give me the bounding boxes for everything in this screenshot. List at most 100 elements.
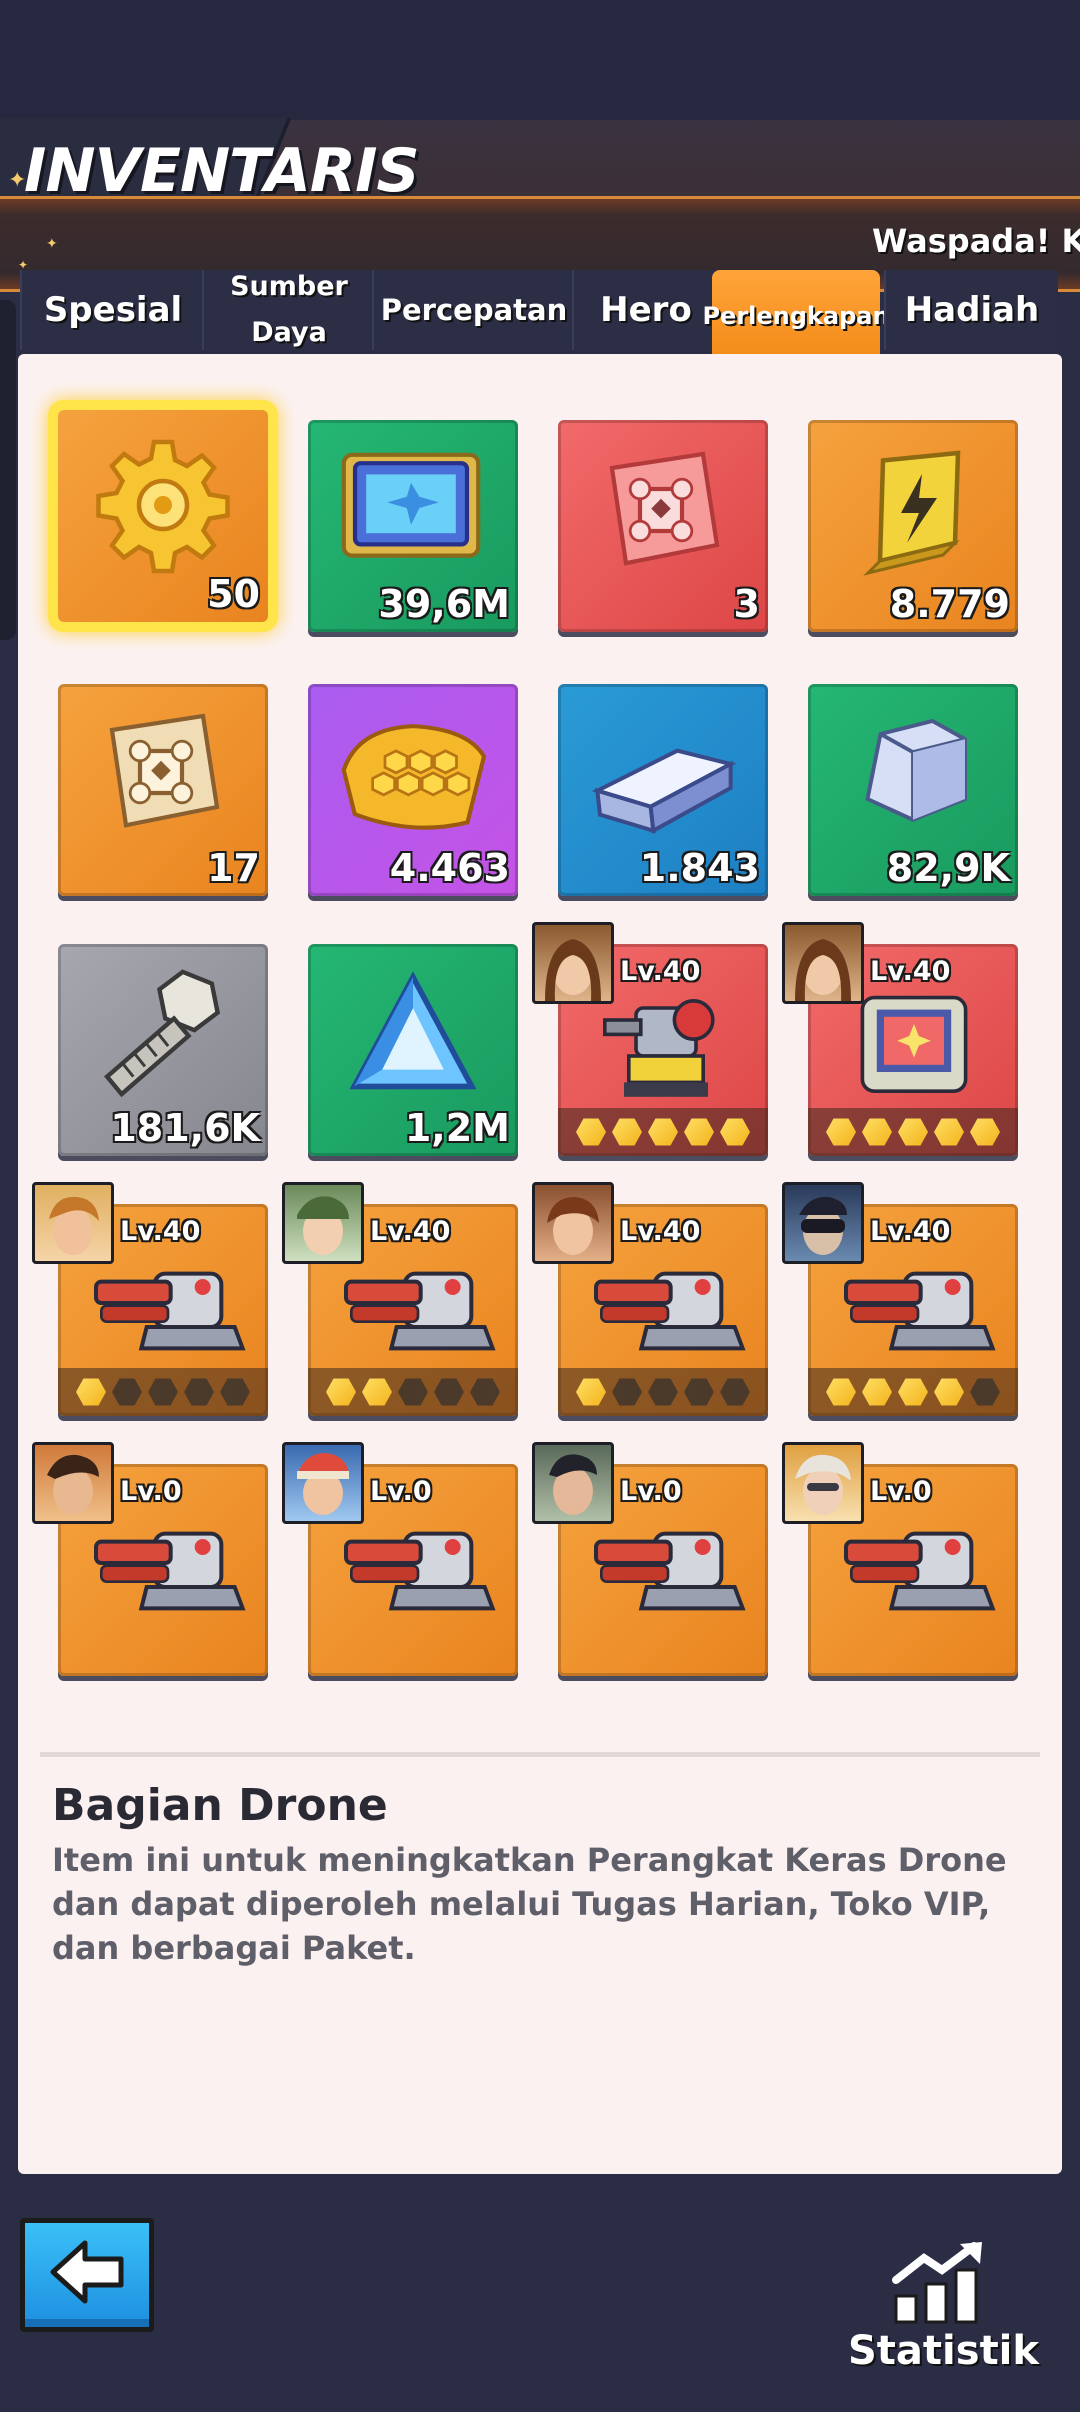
lightning-battery-icon bbox=[838, 438, 988, 588]
item-drone-chip[interactable]: 39,6M bbox=[308, 420, 518, 632]
star-icon bbox=[684, 1118, 714, 1146]
star-icon bbox=[970, 1118, 1000, 1146]
star-icon bbox=[648, 1118, 678, 1146]
item-red-blueprint[interactable]: 3 bbox=[558, 420, 768, 632]
cannon-icon bbox=[588, 1248, 748, 1358]
star-icon bbox=[112, 1378, 142, 1406]
tab-sumber-daya[interactable]: Sumber Daya bbox=[202, 270, 374, 350]
star-icon bbox=[898, 1378, 928, 1406]
item-cannon[interactable]: Lv.40 bbox=[532, 1182, 768, 1416]
star-rating bbox=[58, 1368, 268, 1416]
sparkle-icon: ✦ bbox=[46, 236, 58, 252]
top-status-bar bbox=[0, 0, 1080, 120]
star-icon bbox=[826, 1118, 856, 1146]
star-icon bbox=[184, 1378, 214, 1406]
item-level: Lv.40 bbox=[120, 1216, 201, 1247]
statistik-button[interactable]: Statistik bbox=[848, 2328, 1039, 2374]
item-quantity: 4.463 bbox=[389, 846, 510, 890]
item-level: Lv.0 bbox=[870, 1476, 932, 1507]
cannon-icon bbox=[338, 1248, 498, 1358]
item-drone-tablet[interactable]: Lv.40 bbox=[782, 922, 1018, 1156]
item-steel-bar[interactable]: 1.843 bbox=[558, 684, 768, 896]
cannon-icon bbox=[338, 1508, 498, 1618]
star-rating bbox=[808, 1368, 1018, 1416]
star-icon bbox=[434, 1378, 464, 1406]
item-quantity: 17 bbox=[207, 846, 260, 890]
gear-icon bbox=[88, 430, 238, 580]
item-level: Lv.40 bbox=[370, 1216, 451, 1247]
category-tabs: Spesial Sumber Daya Percepatan Hero Perl… bbox=[20, 270, 1060, 378]
item-gold-blueprint[interactable]: 17 bbox=[58, 684, 268, 896]
cannon-icon bbox=[838, 1248, 998, 1358]
steel-bar-icon bbox=[584, 724, 744, 844]
cannon-icon bbox=[838, 1508, 998, 1618]
star-icon bbox=[576, 1118, 606, 1146]
item-quantity: 1.843 bbox=[639, 846, 760, 890]
tab-spesial[interactable]: Spesial bbox=[20, 270, 204, 350]
item-quantity: 50 bbox=[207, 572, 260, 616]
item-level: Lv.40 bbox=[870, 1216, 951, 1247]
back-button[interactable] bbox=[20, 2218, 154, 2332]
star-icon bbox=[826, 1378, 856, 1406]
star-icon bbox=[684, 1378, 714, 1406]
star-rating bbox=[308, 1368, 518, 1416]
item-cannon[interactable]: Lv.40 bbox=[282, 1182, 518, 1416]
star-icon bbox=[934, 1378, 964, 1406]
star-icon bbox=[934, 1118, 964, 1146]
gold-blueprint-icon bbox=[86, 702, 236, 842]
star-icon bbox=[362, 1378, 392, 1406]
star-icon bbox=[612, 1378, 642, 1406]
item-crystal[interactable]: 1,2M bbox=[308, 944, 518, 1156]
item-quantity: 8.779 bbox=[889, 582, 1010, 626]
honeycomb-plate-icon bbox=[330, 712, 495, 842]
item-cannon[interactable]: Lv.0 bbox=[282, 1442, 518, 1676]
star-icon bbox=[398, 1378, 428, 1406]
star-icon bbox=[862, 1378, 892, 1406]
item-description-text: Item ini untuk meningkatkan Perangkat Ke… bbox=[52, 1841, 1007, 1967]
star-icon bbox=[220, 1378, 250, 1406]
item-honeycomb-plate[interactable]: 4.463 bbox=[308, 684, 518, 896]
star-icon bbox=[648, 1378, 678, 1406]
marquee-text: Waspada! Kon bbox=[872, 222, 1080, 260]
metal-block-icon bbox=[838, 708, 988, 838]
item-level: Lv.0 bbox=[620, 1476, 682, 1507]
item-battery[interactable]: 8.779 bbox=[808, 420, 1018, 632]
page-title: INVENTARIS bbox=[24, 136, 420, 206]
item-cannon[interactable]: Lv.0 bbox=[532, 1442, 768, 1676]
arrow-left-icon bbox=[47, 2237, 127, 2307]
star-rating bbox=[558, 1368, 768, 1416]
item-cannon[interactable]: Lv.0 bbox=[32, 1442, 268, 1676]
item-drone-robot[interactable]: Lv.40 bbox=[532, 922, 768, 1156]
tab-perlengkapan[interactable]: Perlengkapan bbox=[702, 270, 890, 378]
bolt-icon bbox=[78, 958, 238, 1108]
cannon-icon bbox=[88, 1248, 248, 1358]
red-blueprint-icon bbox=[586, 440, 736, 580]
tab-hero[interactable]: Hero bbox=[572, 270, 718, 350]
tab-percepatan[interactable]: Percepatan bbox=[372, 270, 574, 350]
bar-chart-icon[interactable] bbox=[890, 2240, 990, 2326]
cannon-icon bbox=[588, 1508, 748, 1618]
star-icon bbox=[612, 1118, 642, 1146]
item-quantity: 181,6K bbox=[110, 1106, 260, 1150]
star-icon bbox=[862, 1118, 892, 1146]
item-level: Lv.0 bbox=[370, 1476, 432, 1507]
item-quantity: 3 bbox=[733, 582, 760, 626]
star-rating bbox=[558, 1108, 768, 1156]
item-metal-block[interactable]: 82,9K bbox=[808, 684, 1018, 896]
item-level: Lv.0 bbox=[120, 1476, 182, 1507]
drone-robot-icon bbox=[596, 984, 736, 1104]
star-icon bbox=[76, 1378, 106, 1406]
star-icon bbox=[576, 1378, 606, 1406]
item-cannon[interactable]: Lv.0 bbox=[782, 1442, 1018, 1676]
item-cannon[interactable]: Lv.40 bbox=[32, 1182, 268, 1416]
item-cannon[interactable]: Lv.40 bbox=[782, 1182, 1018, 1416]
item-level: Lv.40 bbox=[620, 956, 701, 987]
item-drone-gear[interactable]: 50 bbox=[58, 410, 268, 622]
drone-tablet-icon bbox=[844, 988, 984, 1108]
section-divider bbox=[40, 1752, 1040, 1757]
star-icon bbox=[148, 1378, 178, 1406]
crystal-triangle-icon bbox=[338, 966, 488, 1106]
tab-hadiah[interactable]: Hadiah bbox=[884, 270, 1058, 350]
item-quantity: 1,2M bbox=[404, 1106, 510, 1150]
item-bolt[interactable]: 181,6K bbox=[58, 944, 268, 1156]
